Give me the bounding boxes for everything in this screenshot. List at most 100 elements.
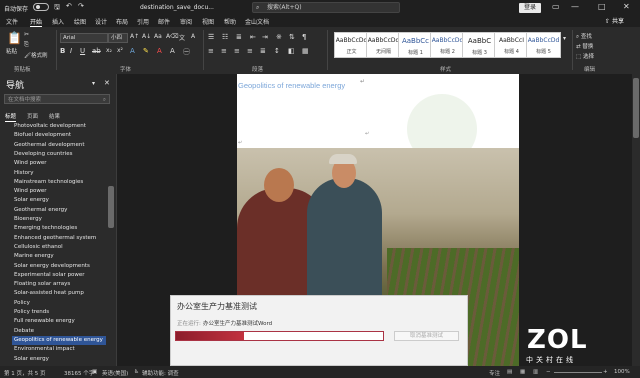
- align-right-icon[interactable]: ≡: [234, 47, 240, 55]
- cancel-benchmark-button[interactable]: 取消基准测试: [394, 331, 459, 341]
- style-heading-5[interactable]: AaBbCcDd 标题 5: [526, 32, 561, 58]
- cut-icon[interactable]: ✂: [24, 31, 29, 38]
- nav-heading-item[interactable]: Mainstream technologies: [14, 178, 106, 187]
- subscript-icon[interactable]: x₂: [106, 47, 112, 54]
- tab-home[interactable]: 开始: [30, 17, 43, 27]
- show-marks-icon[interactable]: ¶: [302, 33, 306, 41]
- char-border-icon[interactable]: A: [191, 33, 195, 40]
- tab-mailings[interactable]: 邮件: [158, 17, 170, 26]
- style-normal[interactable]: AaBbCcDd 正文: [334, 32, 369, 58]
- language-indicator[interactable]: 英语(美国): [102, 369, 128, 377]
- word-count[interactable]: 38165 个字: [64, 369, 94, 377]
- nav-heading-item[interactable]: Environmental impact: [14, 345, 106, 354]
- nav-heading-item[interactable]: Solar energy: [14, 196, 106, 205]
- proofing-icon[interactable]: ▣: [92, 369, 97, 375]
- accessibility-status[interactable]: 辅助功能: 调查: [142, 369, 179, 377]
- style-heading-1[interactable]: AaBbCc 标题 1: [398, 32, 433, 58]
- nav-heading-item[interactable]: Wind power: [14, 159, 106, 168]
- bold-icon[interactable]: B: [60, 47, 65, 55]
- underline-icon[interactable]: U: [80, 47, 85, 55]
- char-shading-icon[interactable]: A: [170, 47, 175, 55]
- bullets-icon[interactable]: ☰: [208, 33, 214, 41]
- ribbon-display-icon[interactable]: ▭: [552, 2, 560, 11]
- styles-more-icon[interactable]: ▾: [563, 35, 566, 42]
- document-scrollbar-thumb[interactable]: [633, 78, 639, 138]
- distributed-icon[interactable]: ≣: [260, 47, 266, 55]
- print-layout-icon[interactable]: ▦: [520, 369, 525, 375]
- tab-view[interactable]: 视图: [202, 17, 214, 26]
- nav-heading-item[interactable]: Solar-assisted heat pump: [14, 289, 106, 298]
- nav-options-icon[interactable]: ▾: [92, 80, 95, 87]
- save-icon[interactable]: 🖫: [54, 3, 60, 14]
- zoom-out-button[interactable]: −: [546, 369, 551, 375]
- numbering-icon[interactable]: ☷: [222, 33, 228, 41]
- font-color-icon[interactable]: A: [157, 47, 162, 55]
- nav-heading-item[interactable]: Geopolitics of renewable energy: [12, 335, 106, 345]
- increase-indent-icon[interactable]: ⇥: [262, 33, 268, 41]
- nav-search-input[interactable]: 在文档中搜索 ⌕: [4, 94, 110, 104]
- nav-tab-headings[interactable]: 标题: [5, 112, 17, 122]
- nav-scrollbar[interactable]: [108, 126, 114, 364]
- align-center-icon[interactable]: ≡: [221, 47, 227, 55]
- nav-heading-item[interactable]: Experimental solar power: [14, 271, 106, 280]
- justify-icon[interactable]: ≡: [247, 47, 253, 55]
- style-heading-4[interactable]: AaBbCcI 标题 4: [494, 32, 529, 58]
- nav-heading-item[interactable]: Wind power: [14, 187, 106, 196]
- nav-heading-item[interactable]: Geothermal energy: [14, 206, 106, 215]
- undo-icon[interactable]: ↶: [66, 2, 72, 10]
- nav-heading-item[interactable]: Solar energy developments: [14, 262, 106, 271]
- style-heading-3[interactable]: AaBbC 标题 3: [462, 32, 497, 58]
- highlight-icon[interactable]: ✎: [143, 47, 149, 55]
- nav-heading-item[interactable]: Bioenergy: [14, 215, 106, 224]
- tab-draw[interactable]: 绘图: [74, 17, 86, 26]
- phonetic-guide-icon[interactable]: 文: [179, 33, 185, 42]
- enclose-char-icon[interactable]: ㊀: [183, 47, 190, 57]
- nav-heading-item[interactable]: Biofuel development: [14, 131, 106, 140]
- nav-heading-item[interactable]: Photovoltaic development: [14, 122, 106, 131]
- sign-in-button[interactable]: 登录: [519, 3, 541, 13]
- focus-mode-button[interactable]: 专注: [489, 369, 500, 377]
- tab-insert[interactable]: 插入: [52, 17, 64, 26]
- page-count[interactable]: 第 1 页，共 5 页: [4, 369, 46, 377]
- nav-tab-results[interactable]: 结果: [49, 112, 60, 120]
- multilevel-list-icon[interactable]: ≣: [236, 33, 242, 41]
- style-no-spacing[interactable]: AaBbCcDd 无间隔: [366, 32, 401, 58]
- paste-label[interactable]: 粘贴: [6, 47, 17, 55]
- nav-heading-item[interactable]: Debate: [14, 327, 106, 336]
- shading-icon[interactable]: ◧: [288, 47, 295, 55]
- autosave-toggle[interactable]: [33, 3, 49, 11]
- tab-review[interactable]: 审阅: [180, 17, 192, 26]
- text-effects-icon[interactable]: A: [130, 47, 135, 55]
- nav-heading-item[interactable]: Marine energy: [14, 252, 106, 261]
- tab-design[interactable]: 设计: [95, 17, 107, 26]
- format-painter-button[interactable]: 🖌格式刷: [24, 51, 48, 59]
- tab-kingsoft-docs[interactable]: 金山文档: [245, 17, 269, 26]
- close-button[interactable]: ✕: [623, 2, 630, 11]
- tab-references[interactable]: 引用: [137, 17, 149, 26]
- font-name-select[interactable]: Arial: [60, 33, 108, 43]
- copy-icon[interactable]: ⎘: [24, 41, 29, 49]
- nav-tab-pages[interactable]: 页面: [27, 112, 38, 120]
- sort-icon[interactable]: ⇅: [289, 33, 295, 41]
- grow-font-icon[interactable]: A↑: [130, 33, 139, 40]
- tab-file[interactable]: 文件: [6, 17, 18, 26]
- nav-heading-item[interactable]: Cellulosic ethanol: [14, 243, 106, 252]
- nav-heading-item[interactable]: Full renewable energy: [14, 317, 106, 326]
- superscript-icon[interactable]: x²: [117, 47, 123, 54]
- nav-heading-item[interactable]: Policy: [14, 299, 106, 308]
- accessibility-icon[interactable]: ♿: [134, 369, 139, 375]
- paste-icon[interactable]: 📋: [7, 31, 22, 45]
- align-left-icon[interactable]: ≡: [208, 47, 214, 55]
- font-size-select[interactable]: 小四: [108, 33, 128, 43]
- tab-help[interactable]: 帮助: [224, 17, 236, 26]
- chinese-layout-icon[interactable]: ※: [276, 33, 282, 41]
- tab-layout[interactable]: 布局: [116, 17, 128, 26]
- select-button[interactable]: ⬚ 选择: [576, 52, 594, 60]
- search-box[interactable]: ⌕ 搜索(Alt+Q): [252, 2, 400, 13]
- web-layout-icon[interactable]: ▥: [533, 369, 538, 375]
- share-button[interactable]: ⇧ 共享: [605, 16, 624, 25]
- document-heading[interactable]: Geopolitics of renewable energy: [238, 81, 345, 90]
- clear-format-icon[interactable]: A⌫: [166, 33, 179, 40]
- minimize-button[interactable]: —: [571, 2, 579, 11]
- change-case-icon[interactable]: Aa: [154, 33, 162, 40]
